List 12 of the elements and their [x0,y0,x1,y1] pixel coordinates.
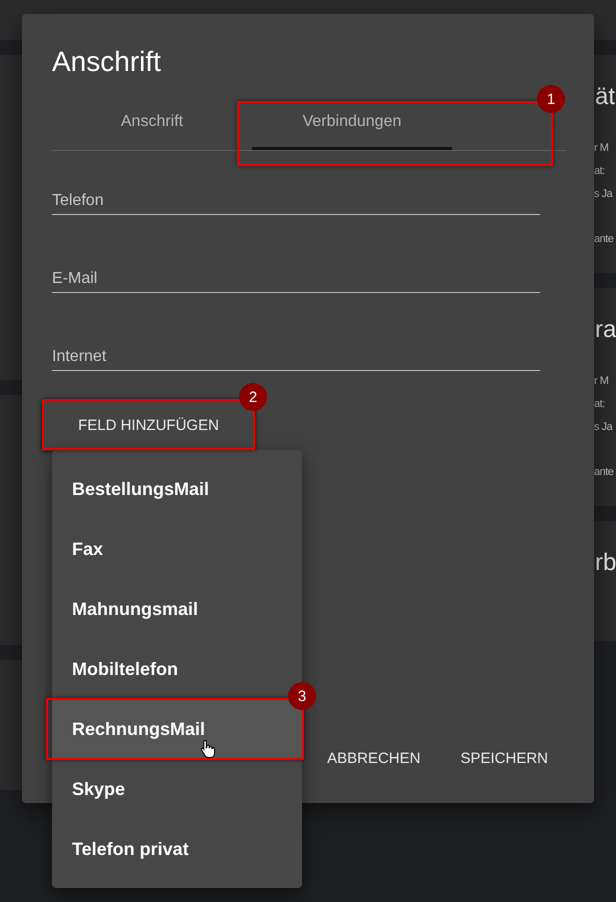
dialog-title: Anschrift [52,46,162,78]
card-title: ra [595,316,616,344]
card-text: at: [594,397,606,412]
card-title: rb [595,549,616,577]
card-text: ante [594,465,614,480]
card-text: at: [594,164,606,179]
card-title: ät [595,83,616,111]
card-text: r M [594,374,610,389]
card-text: r M [594,141,610,156]
card-text: s Ja [594,187,614,202]
card-text: s Ja [594,420,614,435]
card-text: ante [594,232,614,247]
